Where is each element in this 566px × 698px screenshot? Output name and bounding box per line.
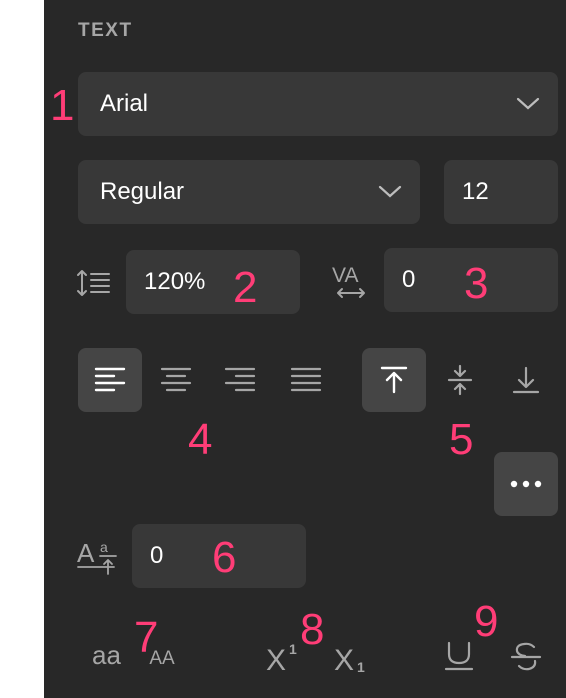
align-middle-icon [445,364,475,396]
svg-text:X: X [334,644,354,676]
line-height-input[interactable]: 120% [126,250,300,314]
strikethrough-icon [510,640,542,672]
annotation-9: 9 [474,597,499,646]
letter-spacing-value: 0 [402,266,416,293]
annotation-4: 4 [188,415,213,464]
align-middle-button[interactable] [428,348,492,412]
align-bottom-icon [511,365,541,395]
more-options-button[interactable] [494,452,558,516]
align-top-button[interactable] [362,348,426,412]
svg-text:1: 1 [289,641,297,657]
svg-text:1: 1 [357,659,365,675]
annotation-6: 6 [212,533,237,582]
svg-text:VA: VA [332,264,358,287]
align-top-icon [379,365,409,395]
underline-icon [444,640,476,672]
letter-spacing-icon: VA [330,262,372,302]
superscript-icon: X 1 [266,636,306,676]
svg-text:X: X [266,644,286,676]
align-center-icon [160,366,192,394]
svg-text:a: a [100,539,108,555]
font-size-input[interactable]: 12 [444,160,558,224]
annotation-3: 3 [464,259,489,308]
align-bottom-button[interactable] [494,348,558,412]
underline-button[interactable] [444,640,476,672]
font-family-value: Arial [100,90,149,117]
more-icon [509,480,543,488]
font-style-value: Regular [100,178,185,205]
font-family-select[interactable]: Arial [78,72,558,136]
svg-text:A: A [77,538,95,568]
line-height-value: 120% [144,268,206,295]
paragraph-spacing-value: 0 [150,542,164,569]
align-left-button[interactable] [78,348,142,412]
font-size-value: 12 [462,178,489,205]
align-right-button[interactable] [208,348,272,412]
annotation-1: 1 [50,81,75,130]
align-left-icon [94,366,126,394]
annotation-5: 5 [449,415,474,464]
align-center-button[interactable] [144,348,208,412]
subscript-button[interactable]: X 1 [334,636,374,676]
paragraph-spacing-icon: A a [76,536,118,576]
lowercase-label: aa [92,640,121,670]
annotation-2: 2 [233,263,258,312]
superscript-button[interactable]: X 1 [266,636,306,676]
line-height-icon [76,268,112,298]
chevron-down-icon [378,185,402,199]
subscript-icon: X 1 [334,636,374,676]
chevron-down-icon [516,97,540,111]
uppercase-label: AA [149,648,175,669]
text-case-button[interactable]: aa AA [92,640,175,671]
section-title: TEXT [78,20,133,41]
font-style-select[interactable]: Regular [78,160,420,224]
align-justify-icon [290,366,322,394]
align-right-icon [224,366,256,394]
strikethrough-button[interactable] [510,640,542,672]
align-justify-button[interactable] [274,348,338,412]
